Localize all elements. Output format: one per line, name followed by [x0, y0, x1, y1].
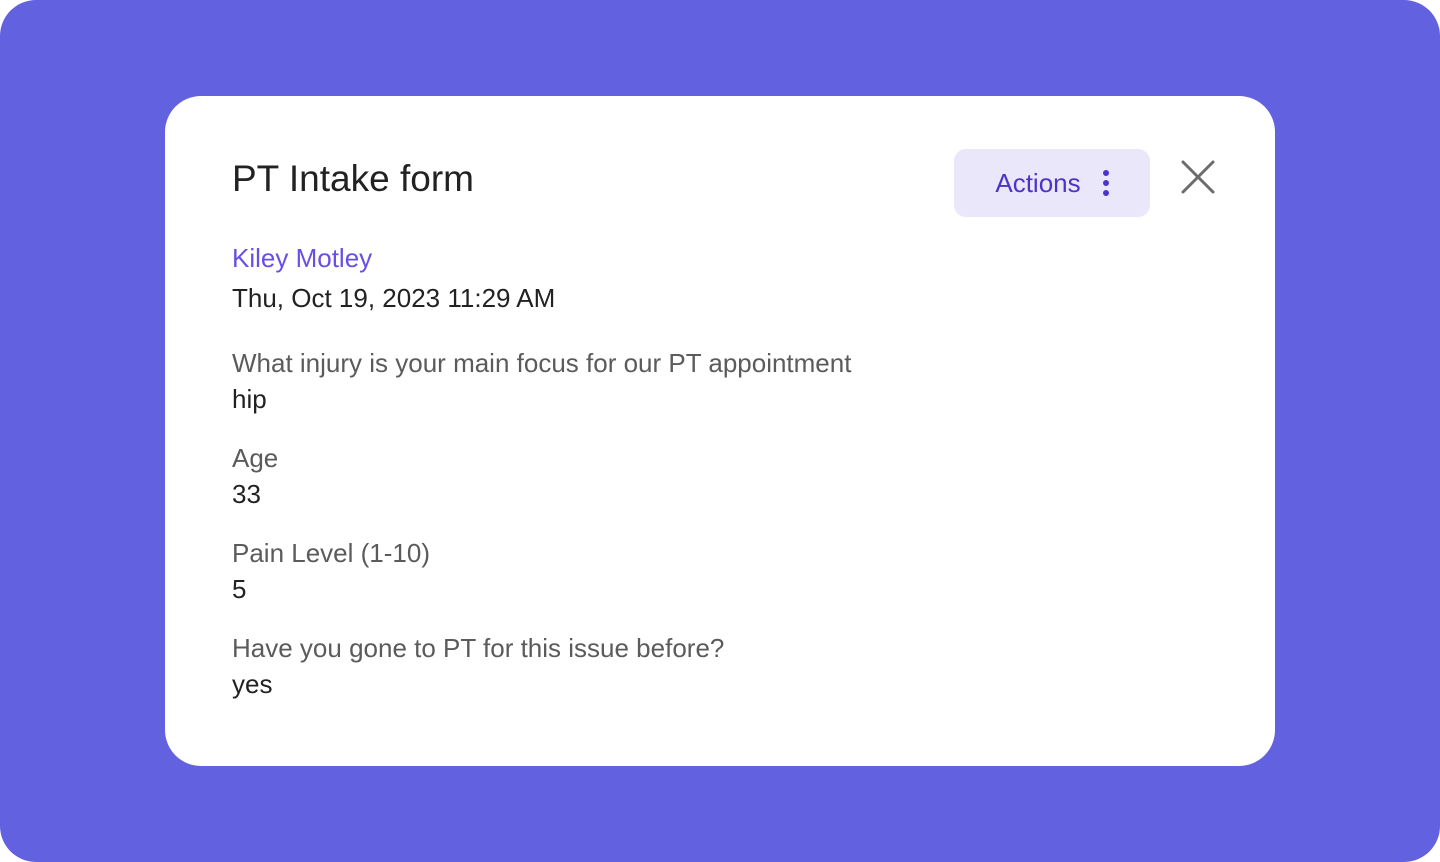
answer-value: 5: [232, 574, 247, 604]
question-label: What injury is your main focus for our P…: [232, 348, 852, 378]
answer-value: yes: [232, 669, 273, 699]
close-icon: [1181, 160, 1215, 194]
question-item: Have you gone to PT for this issue befor…: [232, 630, 724, 702]
question-item: What injury is your main focus for our P…: [232, 345, 851, 417]
question-label: Have you gone to PT for this issue befor…: [232, 633, 725, 663]
patient-name-link[interactable]: Kiley Motley: [232, 240, 372, 276]
kebab-menu-icon: [1102, 170, 1109, 196]
actions-button-label: Actions: [995, 167, 1081, 198]
question-label: Age: [232, 443, 279, 473]
answer-value: 33: [232, 479, 261, 509]
modal-title: PT Intake form: [232, 158, 474, 199]
close-button[interactable]: [1173, 152, 1223, 202]
submission-timestamp: Thu, Oct 19, 2023 11:29 AM: [232, 283, 556, 313]
question-label: Pain Level (1-10): [232, 538, 430, 568]
question-item: Pain Level (1-10) 5: [232, 535, 430, 607]
actions-button[interactable]: Actions: [954, 149, 1150, 217]
modal-backdrop: PT Intake form Actions Kiley Motley Thu,…: [0, 0, 1440, 862]
answer-value: hip: [232, 384, 267, 414]
form-response-modal: PT Intake form Actions Kiley Motley Thu,…: [165, 96, 1275, 766]
question-item: Age 33: [232, 440, 278, 512]
